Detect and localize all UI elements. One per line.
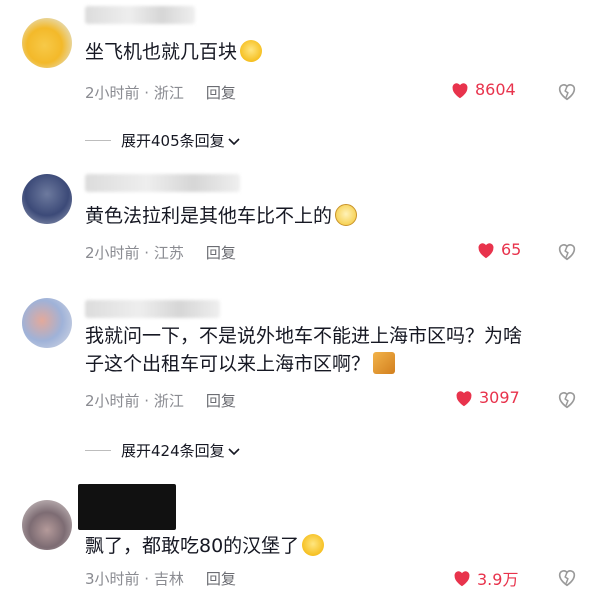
heart-icon xyxy=(478,242,494,258)
heart-icon xyxy=(456,390,472,406)
comment-meta: 2小时前 · 浙江 回复 xyxy=(85,84,236,102)
cat-sticker xyxy=(373,352,396,374)
username-redacted[interactable] xyxy=(78,484,176,530)
heart-icon xyxy=(454,571,470,587)
praying-emoji xyxy=(302,534,325,556)
comment-meta: 3小时前 · 吉林 回复 xyxy=(85,570,236,588)
comment-text: 坐飞机也就几百块 xyxy=(85,38,263,66)
username-blurred[interactable] xyxy=(85,6,195,24)
avatar[interactable] xyxy=(22,298,72,348)
grinning-sweat-emoji xyxy=(240,40,263,62)
like-count: 8604 xyxy=(475,80,516,99)
dislike-heart-icon[interactable] xyxy=(556,388,578,410)
chevron-down-icon xyxy=(228,447,240,455)
heart-icon xyxy=(452,82,468,98)
reply-button[interactable]: 回复 xyxy=(206,244,236,262)
username-blurred[interactable] xyxy=(85,174,240,192)
like-button[interactable]: 3097 xyxy=(454,388,520,407)
like-button[interactable]: 65 xyxy=(476,240,521,259)
dislike-heart-icon[interactable] xyxy=(556,80,578,102)
avatar[interactable] xyxy=(22,18,72,68)
expand-replies-button[interactable]: 展开405条回复 xyxy=(85,130,241,151)
chevron-down-icon xyxy=(228,137,240,145)
reply-button[interactable]: 回复 xyxy=(206,84,236,102)
like-button[interactable]: 3.9万 xyxy=(452,566,518,590)
dislike-heart-icon[interactable] xyxy=(556,566,578,588)
comment-text: 飘了，都敢吃80的汉堡了 xyxy=(85,532,325,560)
comment-meta: 2小时前 · 江苏 回复 xyxy=(85,244,236,262)
comment-meta: 2小时前 · 浙江 回复 xyxy=(85,392,236,410)
reply-button[interactable]: 回复 xyxy=(206,392,236,410)
avatar[interactable] xyxy=(22,500,72,550)
like-count: 3.9万 xyxy=(477,570,519,589)
username-blurred[interactable] xyxy=(85,300,220,318)
reply-button[interactable]: 回复 xyxy=(206,570,236,588)
divider xyxy=(85,450,111,451)
dislike-heart-icon[interactable] xyxy=(556,240,578,262)
like-button[interactable]: 8604 xyxy=(450,80,516,99)
eye-roll-emoji xyxy=(335,204,358,226)
comment-text: 我就问一下，不是说外地车不能进上海市区吗？为啥 子这个出租车可以来上海市区啊？ xyxy=(85,325,523,375)
avatar[interactable] xyxy=(22,174,72,224)
like-count: 3097 xyxy=(479,388,520,407)
divider xyxy=(85,140,111,141)
like-count: 65 xyxy=(501,240,522,259)
expand-replies-button[interactable]: 展开424条回复 xyxy=(85,440,241,461)
comment-text: 黄色法拉利是其他车比不上的 xyxy=(85,202,358,230)
